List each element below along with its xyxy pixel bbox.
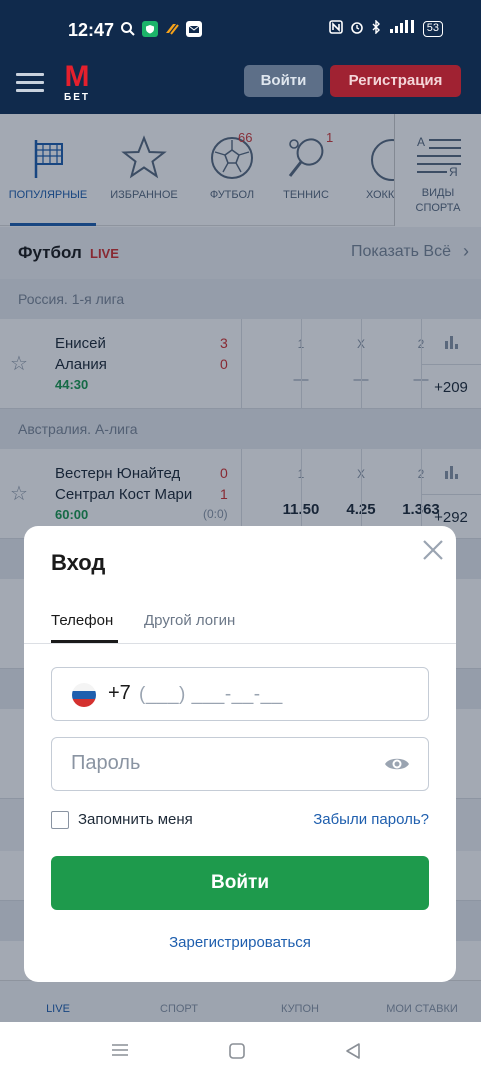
login-submit-button[interactable]: Войти bbox=[51, 856, 429, 910]
promo-app-icon bbox=[164, 21, 180, 37]
brand-logo[interactable]: М БЕТ bbox=[60, 62, 94, 104]
russia-flag-icon[interactable] bbox=[72, 683, 96, 707]
forgot-password-link[interactable]: Забыли пароль? bbox=[313, 811, 429, 828]
recent-apps-icon[interactable] bbox=[110, 1042, 130, 1058]
tab-phone[interactable]: Телефон bbox=[51, 612, 113, 629]
status-bar: 12:47 53 bbox=[0, 0, 481, 62]
login-tabs: Телефон Другой логин bbox=[24, 602, 456, 644]
header-register-button[interactable]: Регистрация bbox=[330, 65, 461, 97]
alarm-icon bbox=[350, 20, 364, 37]
shield-app-icon bbox=[142, 21, 158, 37]
password-field[interactable]: Пароль bbox=[51, 737, 429, 791]
search-status-icon bbox=[120, 21, 136, 37]
remember-checkbox[interactable] bbox=[51, 811, 69, 829]
home-icon[interactable] bbox=[228, 1042, 246, 1060]
tab-other-login[interactable]: Другой логин bbox=[144, 612, 235, 629]
system-navigation-bar bbox=[0, 1022, 481, 1079]
signal-icon bbox=[388, 20, 416, 37]
status-time: 12:47 bbox=[68, 20, 115, 40]
close-icon[interactable] bbox=[418, 535, 448, 565]
battery-indicator: 53 bbox=[422, 20, 443, 37]
menu-icon[interactable] bbox=[16, 70, 44, 94]
status-right-icons: 53 bbox=[328, 19, 443, 37]
nfc-icon bbox=[328, 20, 343, 37]
phone-country-code: +7 bbox=[108, 682, 131, 704]
remember-label[interactable]: Запомнить меня bbox=[78, 811, 193, 828]
login-modal: Вход Телефон Другой логин +7 (___) ___-_… bbox=[24, 526, 456, 982]
active-tab-indicator bbox=[51, 640, 118, 643]
password-placeholder: Пароль bbox=[71, 752, 141, 774]
bluetooth-icon bbox=[371, 19, 381, 37]
phone-mask: (___) ___-__-__ bbox=[139, 684, 283, 705]
logo-letter: М bbox=[64, 60, 90, 93]
phone-field[interactable]: +7 (___) ___-__-__ bbox=[51, 667, 429, 721]
register-link[interactable]: Зарегистрироваться bbox=[24, 934, 456, 951]
modal-title: Вход bbox=[51, 550, 106, 575]
header-login-button[interactable]: Войти bbox=[244, 65, 323, 97]
eye-icon[interactable] bbox=[383, 754, 411, 774]
logo-sub: БЕТ bbox=[64, 92, 90, 103]
back-icon[interactable] bbox=[344, 1042, 362, 1060]
app-header: М БЕТ Войти Регистрация bbox=[0, 62, 481, 114]
status-left-icons bbox=[120, 21, 202, 37]
mail-app-icon bbox=[186, 21, 202, 37]
